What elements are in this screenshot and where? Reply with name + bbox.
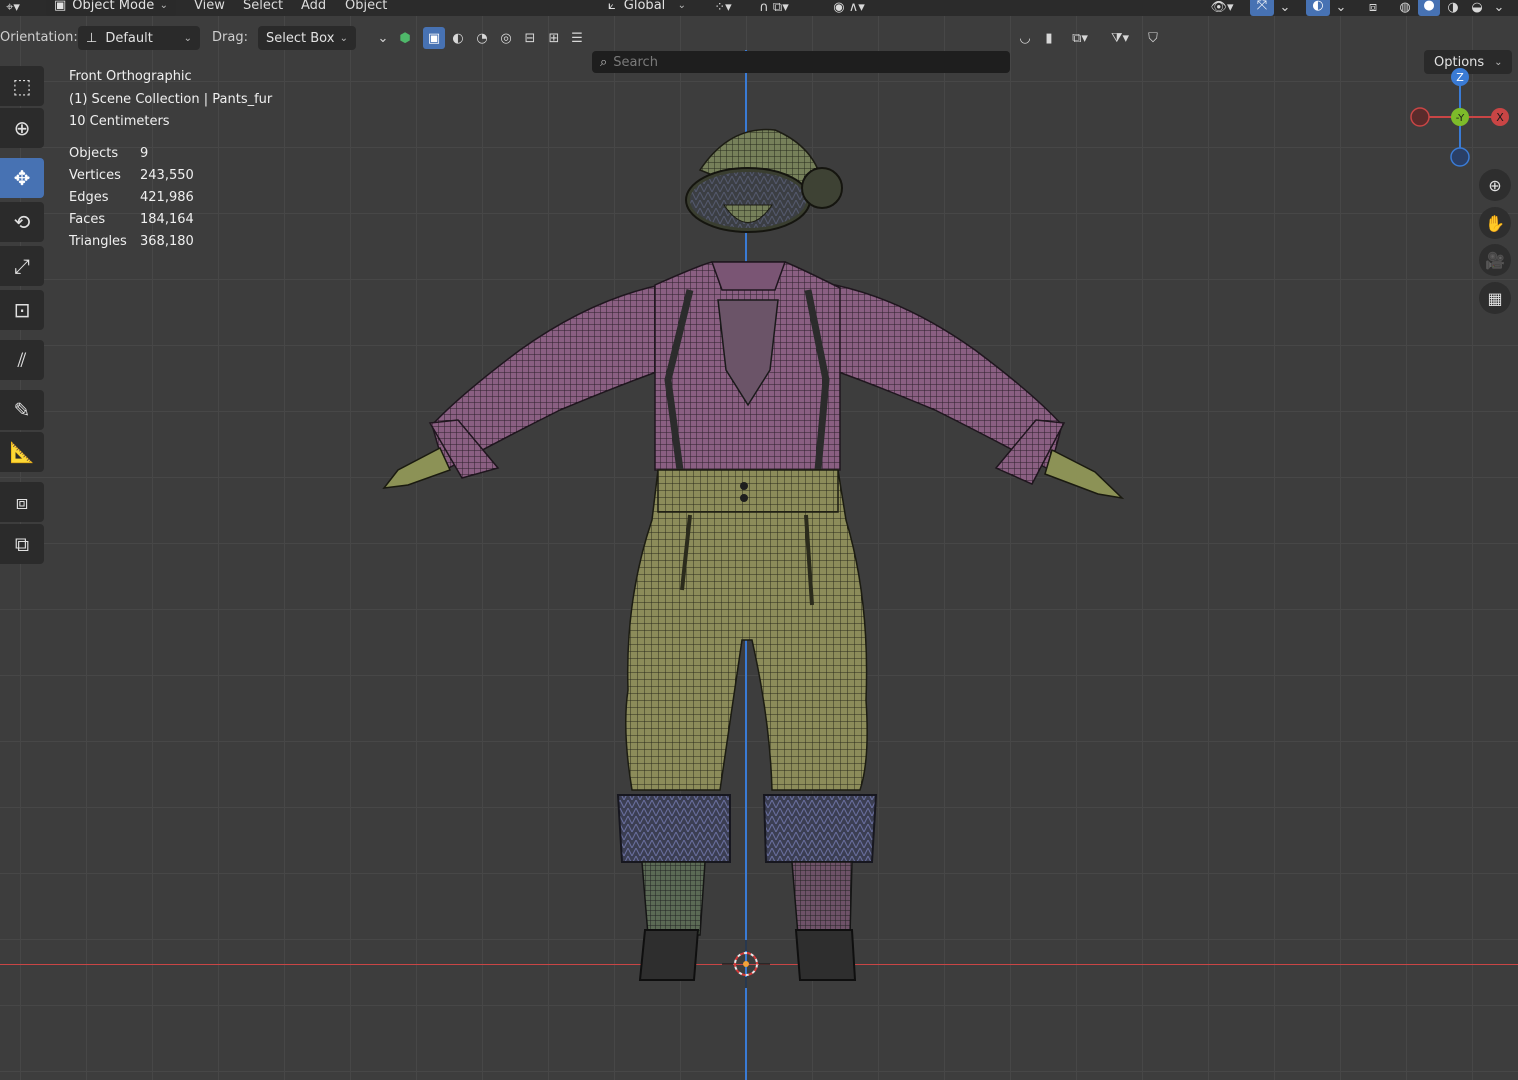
curve-icon[interactable]: ◡: [1014, 27, 1036, 49]
pivot-point-icon[interactable]: ⁘▾: [706, 0, 740, 18]
cursor-tool-icon[interactable]: ⊕: [0, 108, 44, 148]
select-extend-icon[interactable]: ◐: [447, 27, 469, 49]
chevron-down-icon[interactable]: ⌄: [1332, 0, 1350, 18]
svg-text:Z: Z: [1456, 71, 1464, 84]
drag-label: Drag:: [212, 30, 248, 45]
ortho-grid-icon[interactable]: ▦: [1479, 282, 1511, 314]
rotate-tool-icon[interactable]: ⟲: [0, 202, 44, 242]
pan-hand-icon[interactable]: ✋: [1479, 207, 1511, 239]
view-name: Front Orthographic: [69, 69, 192, 84]
filter-icon[interactable]: ⧩▾: [1102, 27, 1138, 49]
select-subtract-icon[interactable]: ◔: [471, 27, 493, 49]
transform-tool-icon[interactable]: ⊡: [0, 290, 44, 330]
menu-add[interactable]: Add: [301, 0, 326, 13]
chevron-down-icon: ⌄: [339, 32, 348, 44]
fur-cuffs[interactable]: [616, 794, 878, 863]
draw-tool-icon[interactable]: ✎: [0, 390, 44, 430]
stat-row: Faces 184,164: [69, 212, 194, 227]
left-boot: [638, 929, 700, 981]
object-type-icon[interactable]: ⬢: [394, 27, 416, 49]
add-object-tool-icon[interactable]: ⧉: [0, 524, 44, 564]
chevron-down-icon: ⌄: [183, 32, 192, 44]
drag-dropdown[interactable]: Select Box ⌄: [258, 26, 356, 50]
move-tool-icon[interactable]: ✥: [0, 158, 44, 198]
add-cube-tool-icon[interactable]: ⧈: [0, 482, 44, 522]
orientation-axes-icon: ⟀: [608, 0, 616, 13]
transform-orientation-dropdown[interactable]: ⟀ Global ⌄: [600, 0, 694, 16]
menu-select[interactable]: Select: [243, 0, 283, 13]
search-input[interactable]: ⌕ Search: [592, 51, 1010, 73]
gizmo-toggle-icon[interactable]: ⤧: [1250, 0, 1274, 16]
viewport-info: Front Orthographic (1) Scene Collection …: [69, 66, 272, 134]
measure-tool-icon[interactable]: 📐: [0, 432, 44, 472]
material-shading-icon[interactable]: ◑: [1442, 0, 1464, 18]
select-new-icon[interactable]: ▣: [423, 27, 445, 49]
select-invert-icon[interactable]: ◎: [495, 27, 517, 49]
annotate-tool-icon[interactable]: ⫽: [0, 340, 44, 380]
stat-row: Edges 421,986: [69, 190, 194, 205]
right-boot: [794, 929, 857, 981]
search-icon: ⌕: [600, 54, 608, 70]
chevron-down-icon[interactable]: ⌄: [1276, 0, 1294, 18]
mode-selector[interactable]: ▣ Object Mode ⌄: [46, 0, 176, 16]
camera-view-icon[interactable]: 🎥: [1479, 244, 1511, 276]
rendered-shading-icon[interactable]: ◒: [1466, 0, 1488, 18]
stat-row: Objects 9: [69, 146, 149, 161]
proportional-editing-icon[interactable]: ◉ ∧▾: [820, 0, 878, 18]
stat-row: Vertices 243,550: [69, 168, 194, 183]
select-intersect-icon[interactable]: ⊟: [519, 27, 541, 49]
xray-toggle-icon[interactable]: ⧈: [1362, 0, 1384, 18]
orientation-label: Orientation:: [0, 30, 78, 45]
stat-row: Triangles 368,180: [69, 234, 194, 249]
menu-object[interactable]: Object: [345, 0, 387, 13]
orientation-icon: ⊥: [86, 30, 98, 46]
collection-name: (1) Scene Collection | Pants_fur: [69, 91, 273, 107]
layout-icon[interactable]: ⧉▾: [1062, 27, 1098, 49]
chevron-down-icon[interactable]: ⌄: [1490, 0, 1508, 18]
chevron-down-icon[interactable]: ⌄: [374, 27, 392, 49]
3d-viewport[interactable]: [0, 0, 1518, 1080]
snap-icon[interactable]: ∩ ⧉▾: [748, 0, 800, 18]
editor-type-icon[interactable]: ⌖▾: [2, 0, 24, 18]
scene-statistics: Objects 9 Vertices 243,550 Edges 421,986 Fa…: [69, 143, 194, 253]
zoom-icon[interactable]: ⊕: [1479, 169, 1511, 201]
scale-tool-icon[interactable]: ⤢: [0, 246, 44, 286]
svg-text:X: X: [1496, 111, 1504, 124]
grid-scale: 10 Centimeters: [69, 114, 170, 129]
shirt-torso[interactable]: [654, 261, 841, 471]
character-model[interactable]: [0, 0, 1518, 1080]
object-mode-icon: ▣: [54, 0, 67, 13]
align-icon[interactable]: ☰: [566, 27, 588, 49]
solid-shading-icon[interactable]: ●: [1418, 0, 1440, 16]
chevron-down-icon: ⌄: [677, 0, 686, 11]
select-difference-icon[interactable]: ⊞: [543, 27, 565, 49]
wireframe-shading-icon[interactable]: ◍: [1394, 0, 1416, 18]
navigation-gizmo[interactable]: Z X -Y: [1405, 62, 1515, 172]
shield-icon[interactable]: ⛉: [1142, 27, 1164, 49]
tool-settings-bar: Orientation: ⊥ Default ⌄ Drag: Select Bo…: [0, 24, 1518, 74]
svg-text:-Y: -Y: [1456, 113, 1465, 124]
select-box-tool-icon[interactable]: ⬚: [0, 66, 44, 106]
header-bar: ⌖▾ ▣ Object Mode ⌄ View Select Add Objec…: [0, 0, 1518, 16]
bookmark-icon[interactable]: ▮: [1038, 27, 1060, 49]
hat[interactable]: [685, 128, 843, 233]
left-sock: [641, 861, 706, 936]
orientation-dropdown[interactable]: ⊥ Default ⌄: [78, 26, 200, 50]
3d-cursor-icon[interactable]: [722, 940, 770, 988]
pants[interactable]: [625, 469, 868, 791]
right-sock: [791, 861, 853, 936]
visibility-icon[interactable]: 👁▾: [1202, 0, 1242, 18]
menu-view[interactable]: View: [194, 0, 225, 13]
overlays-toggle-icon[interactable]: ◐: [1306, 0, 1330, 16]
chevron-down-icon: ⌄: [159, 0, 168, 11]
